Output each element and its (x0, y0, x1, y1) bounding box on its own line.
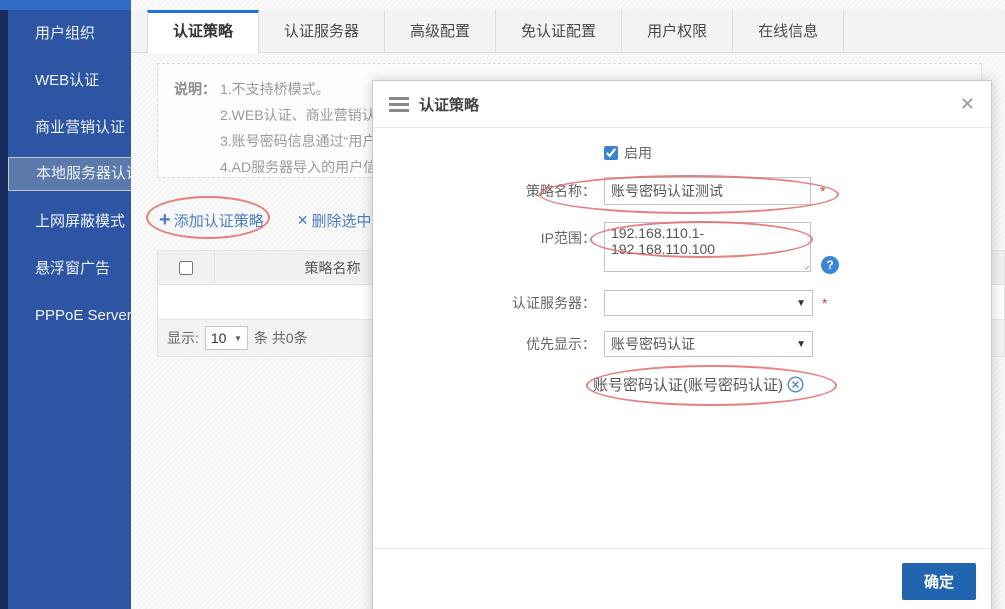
enable-checkbox[interactable] (604, 146, 618, 160)
auth-policy-dialog: 认证策略 ✕ 启用 策略名称： * IP范围： 192.168.110.1-19… (372, 80, 992, 609)
sidebar-item-block-mode[interactable]: 上网屏蔽模式 (0, 198, 131, 245)
ip-range-label: IP范围： (373, 222, 596, 248)
confirm-button[interactable]: 确定 (902, 563, 976, 600)
policy-name-input[interactable] (604, 177, 811, 205)
dialog-footer: 确定 (373, 548, 991, 609)
sidebar-top-strip (0, 0, 131, 10)
sidebar-nav: 用户组织 WEB认证 商业营销认证 本地服务器认证 上网屏蔽模式 悬浮窗广告 P… (0, 10, 131, 339)
close-icon[interactable]: ✕ (960, 95, 975, 113)
sidebar: 用户组织 WEB认证 商业营销认证 本地服务器认证 上网屏蔽模式 悬浮窗广告 P… (0, 0, 131, 609)
selected-auth-tag: 账号密码认证(账号密码认证) (593, 374, 783, 395)
policy-name-label: 策略名称： (373, 181, 596, 201)
toolbar: + 添加认证策略 ✕ 删除选中 (159, 205, 371, 235)
tab-no-auth-config[interactable]: 免认证配置 (496, 10, 622, 53)
delete-icon: ✕ (297, 213, 309, 227)
dropdown-arrow-icon: ▼ (796, 298, 806, 309)
selected-auth-tag-row: 账号密码认证(账号密码认证) (373, 374, 991, 395)
tab-bar: 认证策略 认证服务器 高级配置 免认证配置 用户权限 在线信息 (131, 10, 1005, 53)
sidebar-item-web-auth[interactable]: WEB认证 (0, 57, 131, 104)
dropdown-arrow-icon: ▼ (234, 334, 242, 343)
pagination-show-label: 显示: (167, 328, 199, 348)
pagination-total-label: 共0条 (272, 328, 308, 348)
enable-row: 启用 (373, 143, 991, 163)
auth-server-label: 认证服务器： (373, 293, 596, 313)
auth-server-select[interactable]: ▼ (604, 290, 813, 316)
tab-online-info[interactable]: 在线信息 (733, 10, 844, 53)
tab-advanced-config[interactable]: 高级配置 (385, 10, 496, 53)
dialog-title: 认证策略 (419, 94, 479, 115)
page-size-value: 10 (211, 330, 227, 346)
delete-selected-label: 删除选中 (311, 210, 371, 231)
sidebar-item-pppoe-server[interactable]: PPPoE Server (0, 292, 131, 339)
notice-label: 说明： (174, 76, 220, 180)
help-icon[interactable]: ? (821, 256, 839, 274)
priority-display-row: 优先显示： 账号密码认证 ▼ (373, 331, 991, 357)
priority-display-select[interactable]: 账号密码认证 ▼ (604, 331, 813, 357)
tab-user-permission[interactable]: 用户权限 (622, 10, 733, 53)
ip-range-textarea[interactable]: 192.168.110.1-192.168.110.100 (604, 222, 811, 272)
ip-range-row: IP范围： 192.168.110.1-192.168.110.100 ? (373, 222, 991, 277)
tab-auth-server[interactable]: 认证服务器 (259, 10, 385, 53)
sidebar-item-marketing-auth[interactable]: 商业营销认证 (0, 104, 131, 151)
priority-display-label: 优先显示： (373, 334, 596, 354)
enable-label: 启用 (624, 143, 652, 163)
page-size-select[interactable]: 10 ▼ (205, 326, 248, 350)
remove-tag-icon[interactable] (787, 376, 804, 393)
delete-selected-button[interactable]: ✕ 删除选中 (297, 210, 372, 231)
priority-display-value: 账号密码认证 (611, 334, 695, 354)
policy-name-row: 策略名称： * (373, 177, 991, 205)
sidebar-item-float-ad[interactable]: 悬浮窗广告 (0, 245, 131, 292)
dialog-header: 认证策略 ✕ (373, 81, 991, 128)
required-marker: * (822, 295, 827, 311)
add-policy-label: 添加认证策略 (174, 210, 264, 231)
menu-icon[interactable] (389, 94, 409, 115)
pagination-unit-label: 条 (254, 328, 268, 348)
sidebar-edge-strip (0, 10, 8, 609)
required-marker: * (820, 183, 825, 199)
sidebar-item-user-org[interactable]: 用户组织 (0, 10, 131, 57)
tab-auth-policy[interactable]: 认证策略 (147, 10, 259, 54)
add-policy-button[interactable]: + 添加认证策略 (159, 210, 264, 231)
auth-server-row: 认证服务器： ▼ * (373, 290, 991, 316)
plus-icon: + (159, 210, 171, 230)
select-all-checkbox[interactable] (179, 261, 193, 275)
dropdown-arrow-icon: ▼ (796, 339, 806, 350)
